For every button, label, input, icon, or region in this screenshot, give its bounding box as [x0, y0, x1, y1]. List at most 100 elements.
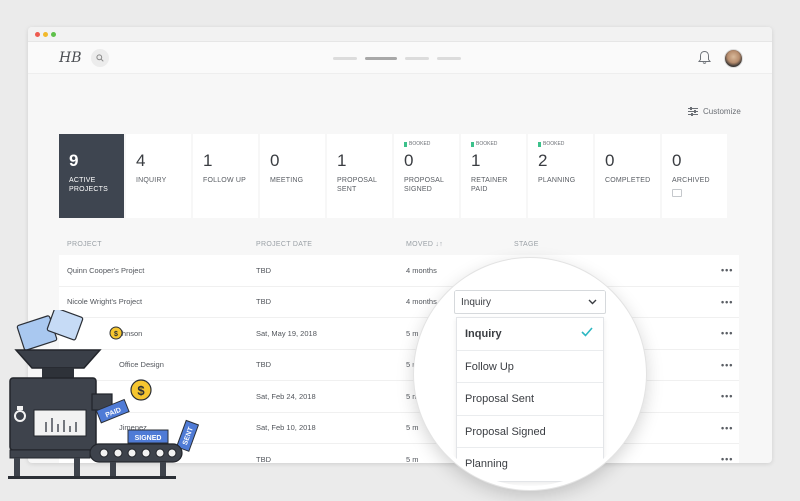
stage-count: 9: [69, 151, 79, 170]
bookmark-icon: [404, 141, 407, 147]
stage-label: ARCHIVED: [672, 177, 710, 184]
stage-label: COMPLETED: [605, 177, 651, 184]
stage-card-archived[interactable]: 0 ARCHIVED: [662, 134, 727, 218]
customize-label: Customize: [703, 107, 741, 116]
option-label: Planning: [465, 458, 508, 470]
option-label: Inquiry: [465, 328, 502, 340]
stage-label: RETAINER PAID: [471, 177, 508, 193]
booked-badge: BOOKED: [404, 141, 430, 147]
bookmark-icon: [538, 141, 541, 147]
maximize-window-dot[interactable]: [51, 32, 56, 37]
signed-tag: SIGNED: [127, 429, 169, 444]
sliders-icon: [688, 107, 698, 116]
stage-card-inquiry[interactable]: 4 INQUIRY: [126, 134, 191, 218]
stage-count: 1: [203, 151, 213, 170]
bookmark-icon: [471, 141, 474, 147]
project-date: Sat, May 19, 2018: [256, 328, 317, 338]
chevron-down-icon: [588, 299, 597, 305]
more-options-icon[interactable]: •••: [721, 328, 733, 338]
project-date: TBD: [256, 297, 271, 307]
top-nav: HB: [28, 42, 772, 74]
window-titlebar: [28, 27, 772, 42]
project-name[interactable]: Nicole Wright's Project: [67, 297, 142, 306]
column-header-project[interactable]: PROJECT: [67, 241, 102, 248]
minimize-window-dot[interactable]: [43, 32, 48, 37]
project-date: TBD: [256, 454, 271, 463]
stage-card-meeting[interactable]: 0 MEETING: [260, 134, 325, 218]
column-header-moved[interactable]: MOVED ↓↑: [406, 241, 443, 248]
more-options-icon[interactable]: •••: [721, 454, 733, 463]
stage-select[interactable]: Inquiry: [454, 290, 606, 314]
stage-dropdown-magnifier: Inquiry Inquiry Follow Up Proposal Sent …: [414, 258, 646, 490]
stage-card-proposal-sent[interactable]: 1 PROPOSAL SENT: [327, 134, 392, 218]
stage-count: 0: [605, 151, 615, 170]
more-options-icon[interactable]: •••: [721, 391, 733, 401]
nav-tab-4[interactable]: [437, 57, 461, 60]
archive-icon: [672, 189, 682, 197]
moved-time: 5 m: [406, 423, 419, 433]
stage-count: 2: [538, 151, 548, 170]
more-options-icon[interactable]: •••: [721, 423, 733, 433]
stage-option-proposal-sent[interactable]: Proposal Sent: [457, 383, 603, 416]
more-options-icon[interactable]: •••: [721, 265, 733, 275]
nav-tab-1[interactable]: [333, 57, 357, 60]
stage-select-value: Inquiry: [461, 297, 492, 308]
stage-label: MEETING: [270, 177, 304, 184]
bell-icon[interactable]: [698, 50, 711, 65]
paper-icon: [16, 310, 84, 351]
stage-card-planning[interactable]: BOOKED 2 PLANNING: [528, 134, 593, 218]
conveyor-machine-illustration: $ $ PAID SIGNED SENT: [8, 310, 200, 479]
stage-option-follow-up[interactable]: Follow Up: [457, 351, 603, 383]
app-logo[interactable]: HB: [59, 50, 82, 66]
svg-text:SIGNED: SIGNED: [135, 435, 162, 442]
moved-time: 5 m: [406, 328, 419, 338]
stage-option-inquiry[interactable]: Inquiry: [457, 318, 603, 351]
project-date: Sat, Feb 10, 2018: [256, 423, 316, 433]
column-header-project-date[interactable]: PROJECT DATE: [256, 241, 312, 248]
project-name[interactable]: Quinn Cooper's Project: [67, 266, 144, 275]
nav-tabs: [333, 57, 461, 60]
svg-text:$: $: [114, 331, 118, 338]
customize-button[interactable]: Customize: [688, 107, 741, 116]
project-date: Sat, Feb 24, 2018: [256, 391, 316, 401]
nav-tab-3[interactable]: [405, 57, 429, 60]
search-button[interactable]: [91, 49, 109, 67]
dollar-coin-icon: $: [109, 326, 123, 340]
stage-option-planning[interactable]: Planning: [457, 448, 603, 481]
stage-option-proposal-signed[interactable]: Proposal Signed: [457, 416, 603, 448]
stage-card-retainer-paid[interactable]: BOOKED 1 RETAINER PAID: [461, 134, 526, 218]
booked-badge: BOOKED: [538, 141, 564, 147]
dollar-coin-icon: $: [130, 379, 152, 401]
search-icon: [96, 54, 104, 62]
stage-label: FOLLOW UP: [203, 177, 247, 184]
project-date: TBD: [256, 265, 271, 275]
stage-label: INQUIRY: [136, 177, 167, 184]
booked-badge: BOOKED: [471, 141, 497, 147]
more-options-icon[interactable]: •••: [721, 360, 733, 370]
option-label: Proposal Signed: [465, 425, 546, 438]
stage-card-active-projects[interactable]: 9 ACTIVE PROJECTS: [59, 134, 124, 218]
stage-card-follow-up[interactable]: 1 FOLLOW UP: [193, 134, 258, 218]
more-options-icon[interactable]: •••: [721, 297, 733, 307]
stage-label: ACTIVE PROJECTS: [69, 177, 108, 193]
stage-label: PROPOSAL SIGNED: [404, 177, 444, 193]
svg-text:$: $: [137, 383, 145, 398]
magnifier-content: Inquiry Inquiry Follow Up Proposal Sent …: [418, 262, 642, 486]
stage-count: 1: [471, 151, 481, 170]
stage-count: 0: [672, 151, 682, 170]
table-header: PROJECT PROJECT DATE MOVED ↓↑ STAGE: [59, 233, 739, 255]
stage-label: PROPOSAL SENT: [337, 177, 377, 193]
stage-card-proposal-signed[interactable]: BOOKED 0 PROPOSAL SIGNED: [394, 134, 459, 218]
nav-tab-2[interactable]: [365, 57, 397, 60]
moved-time: 5 m: [406, 454, 419, 463]
close-window-dot[interactable]: [35, 32, 40, 37]
check-icon: [581, 327, 593, 337]
stage-options-list: Inquiry Follow Up Proposal Sent Proposal…: [456, 317, 604, 482]
user-avatar[interactable]: [724, 49, 743, 68]
stage-card-completed[interactable]: 0 COMPLETED: [595, 134, 660, 218]
stage-cards: 9 ACTIVE PROJECTS 4 INQUIRY 1 FOLLOW UP …: [59, 134, 727, 218]
column-header-stage[interactable]: STAGE: [514, 241, 539, 248]
stage-count: 1: [337, 151, 347, 170]
stage-count: 4: [136, 151, 146, 170]
stage-label: PLANNING: [538, 177, 576, 184]
